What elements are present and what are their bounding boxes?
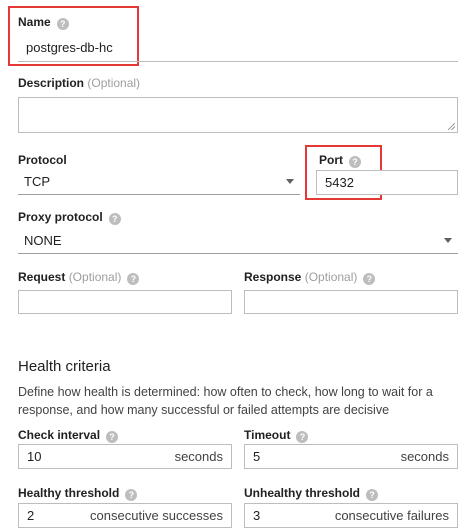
name-label: Name	[18, 15, 51, 29]
description-optional: (Optional)	[87, 76, 141, 90]
protocol-value: TCP	[24, 174, 50, 189]
help-circle-icon[interactable]: ?	[296, 431, 309, 443]
help-circle-icon[interactable]: ?	[349, 156, 361, 168]
unhealthy-threshold-label-row: Unhealthy threshold?	[244, 486, 379, 501]
request-label-row: Request (Optional)?	[18, 270, 140, 285]
proxy-protocol-value: NONE	[24, 233, 62, 248]
request-optional: (Optional)	[68, 270, 122, 284]
resize-handle-icon[interactable]	[448, 123, 455, 130]
request-label: Request	[18, 270, 66, 284]
help-circle-icon[interactable]: ?	[127, 273, 140, 285]
protocol-label: Protocol	[18, 153, 67, 167]
response-optional: (Optional)	[304, 270, 358, 284]
healthy-threshold-input[interactable]: 2 consecutive successes	[18, 503, 232, 528]
port-label-row: Port?	[319, 153, 361, 168]
timeout-value: 5	[253, 449, 261, 464]
port-input[interactable]: 5432	[316, 170, 458, 195]
unhealthy-threshold-input[interactable]: 3 consecutive failures	[244, 503, 458, 528]
help-circle-icon[interactable]: ?	[56, 18, 69, 30]
check-interval-unit: seconds	[174, 449, 223, 464]
healthy-threshold-unit: consecutive successes	[90, 508, 223, 523]
proxy-protocol-label: Proxy protocol	[18, 210, 103, 224]
check-interval-value: 10	[27, 449, 42, 464]
healthy-threshold-value: 2	[27, 508, 35, 523]
caret-down-icon	[286, 179, 294, 184]
response-label: Response	[244, 270, 302, 284]
port-label: Port	[319, 153, 343, 167]
response-input[interactable]	[244, 290, 458, 314]
check-interval-label-row: Check interval?	[18, 428, 119, 443]
unhealthy-threshold-unit: consecutive failures	[334, 508, 449, 523]
health-criteria-description: Define how health is determined: how oft…	[18, 385, 433, 417]
help-circle-icon[interactable]: ?	[125, 489, 138, 501]
name-label-row: Name?	[18, 15, 69, 30]
response-label-row: Response (Optional)?	[244, 270, 376, 285]
help-circle-icon[interactable]: ?	[106, 431, 119, 443]
request-input[interactable]	[18, 290, 232, 314]
protocol-select[interactable]: TCP	[18, 169, 300, 195]
check-interval-label: Check interval	[18, 428, 101, 442]
description-label: Description	[18, 76, 85, 90]
timeout-unit: seconds	[400, 449, 449, 464]
unhealthy-threshold-label: Unhealthy threshold	[244, 486, 361, 500]
name-value: postgres-db-hc	[26, 40, 113, 55]
help-circle-icon[interactable]: ?	[363, 273, 376, 285]
help-circle-icon[interactable]: ?	[366, 489, 379, 501]
help-circle-icon[interactable]: ?	[108, 213, 121, 225]
proxy-protocol-label-row: Proxy protocol?	[18, 210, 121, 225]
healthy-threshold-label: Healthy threshold	[18, 486, 120, 500]
health-criteria-title: Health criteria	[18, 358, 111, 375]
timeout-label-row: Timeout?	[244, 428, 309, 443]
unhealthy-threshold-value: 3	[253, 508, 261, 523]
description-label-row: Description (Optional)	[18, 76, 140, 90]
timeout-label: Timeout	[244, 428, 291, 442]
description-textarea[interactable]	[18, 97, 458, 133]
healthy-threshold-label-row: Healthy threshold?	[18, 486, 138, 501]
port-value: 5432	[325, 175, 354, 190]
check-interval-input[interactable]: 10 seconds	[18, 444, 232, 469]
caret-down-icon	[444, 238, 452, 243]
timeout-input[interactable]: 5 seconds	[244, 444, 458, 469]
name-input[interactable]: postgres-db-hc	[18, 34, 458, 62]
proxy-protocol-select[interactable]: NONE	[18, 228, 458, 254]
